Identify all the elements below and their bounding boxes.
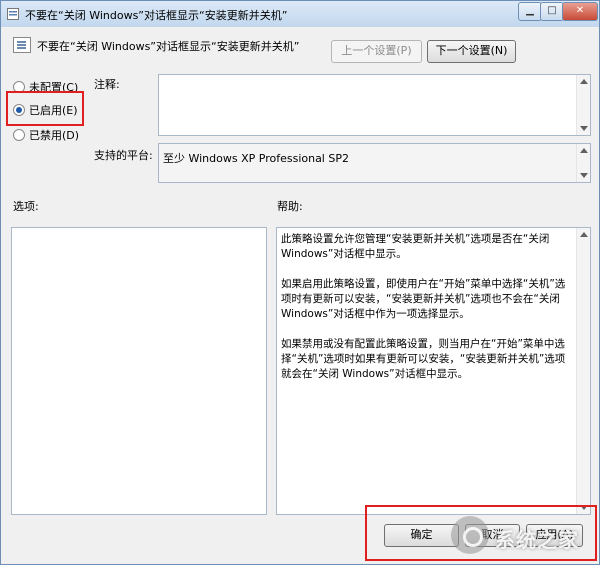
platform-scrollbar[interactable]: [576, 144, 590, 182]
options-pane: [11, 227, 267, 515]
watermark-logo-icon: [451, 516, 489, 554]
previous-setting-button[interactable]: 上一个设置(P): [331, 40, 422, 63]
help-label: 帮助:: [277, 200, 303, 213]
next-setting-button[interactable]: 下一个设置(N): [427, 40, 516, 63]
scroll-down-icon[interactable]: [580, 126, 588, 131]
help-paragraph: 如果启用此策略设置，即使用户在“开始”菜单中选择“关机”选项时有更新可以安装，“…: [281, 278, 566, 320]
watermark: 系统之家: [449, 508, 599, 564]
maximize-button[interactable]: □: [540, 2, 564, 21]
comment-textarea[interactable]: [158, 74, 591, 136]
policy-icon: [7, 8, 19, 20]
help-paragraph: 如果禁用或没有配置此策略设置，则当用户在“开始”菜单中选择“关机”选项时如果有更…: [281, 338, 566, 380]
help-scrollbar[interactable]: [576, 228, 590, 514]
help-paragraph: 此策略设置允许您管理“安装更新并关机”选项是否在“关闭 Windows”对话框中…: [281, 233, 550, 260]
window-title: 不要在“关闭 Windows”对话框显示“安装更新并关机”: [25, 9, 288, 22]
platform-field: 至少 Windows XP Professional SP2: [158, 143, 591, 183]
radio-disabled[interactable]: 已禁用(D): [13, 127, 79, 143]
scroll-up-icon[interactable]: [580, 232, 588, 237]
minimize-button[interactable]: ▁: [518, 2, 542, 21]
scroll-up-icon[interactable]: [580, 148, 588, 153]
watermark-text: 系统之家: [495, 528, 579, 552]
scroll-up-icon[interactable]: [580, 79, 588, 84]
scroll-down-icon[interactable]: [580, 173, 588, 178]
radio-label: 已禁用(D): [29, 129, 80, 142]
comment-scrollbar[interactable]: [576, 75, 590, 135]
options-label: 选项:: [13, 200, 39, 213]
setting-title: 不要在“关闭 Windows”对话框显示“安装更新并关机”: [37, 40, 300, 53]
platform-label: 支持的平台:: [94, 149, 153, 162]
setting-icon: [13, 37, 31, 53]
help-text: 此策略设置允许您管理“安装更新并关机”选项是否在“关闭 Windows”对话框中…: [281, 232, 571, 397]
platform-value: 至少 Windows XP Professional SP2: [163, 152, 349, 165]
policy-dialog: 不要在“关闭 Windows”对话框显示“安装更新并关机” ▁ □ ✕ 不要在“…: [0, 0, 600, 565]
radio-circle-icon: [13, 129, 25, 141]
highlight-box-enabled: [6, 91, 84, 126]
ok-button[interactable]: 确定: [384, 524, 459, 547]
title-bar[interactable]: 不要在“关闭 Windows”对话框显示“安装更新并关机” ▁ □ ✕: [1, 1, 599, 27]
help-pane: 此策略设置允许您管理“安装更新并关机”选项是否在“关闭 Windows”对话框中…: [276, 227, 591, 515]
comment-label: 注释:: [94, 78, 120, 91]
close-button[interactable]: ✕: [562, 2, 598, 21]
